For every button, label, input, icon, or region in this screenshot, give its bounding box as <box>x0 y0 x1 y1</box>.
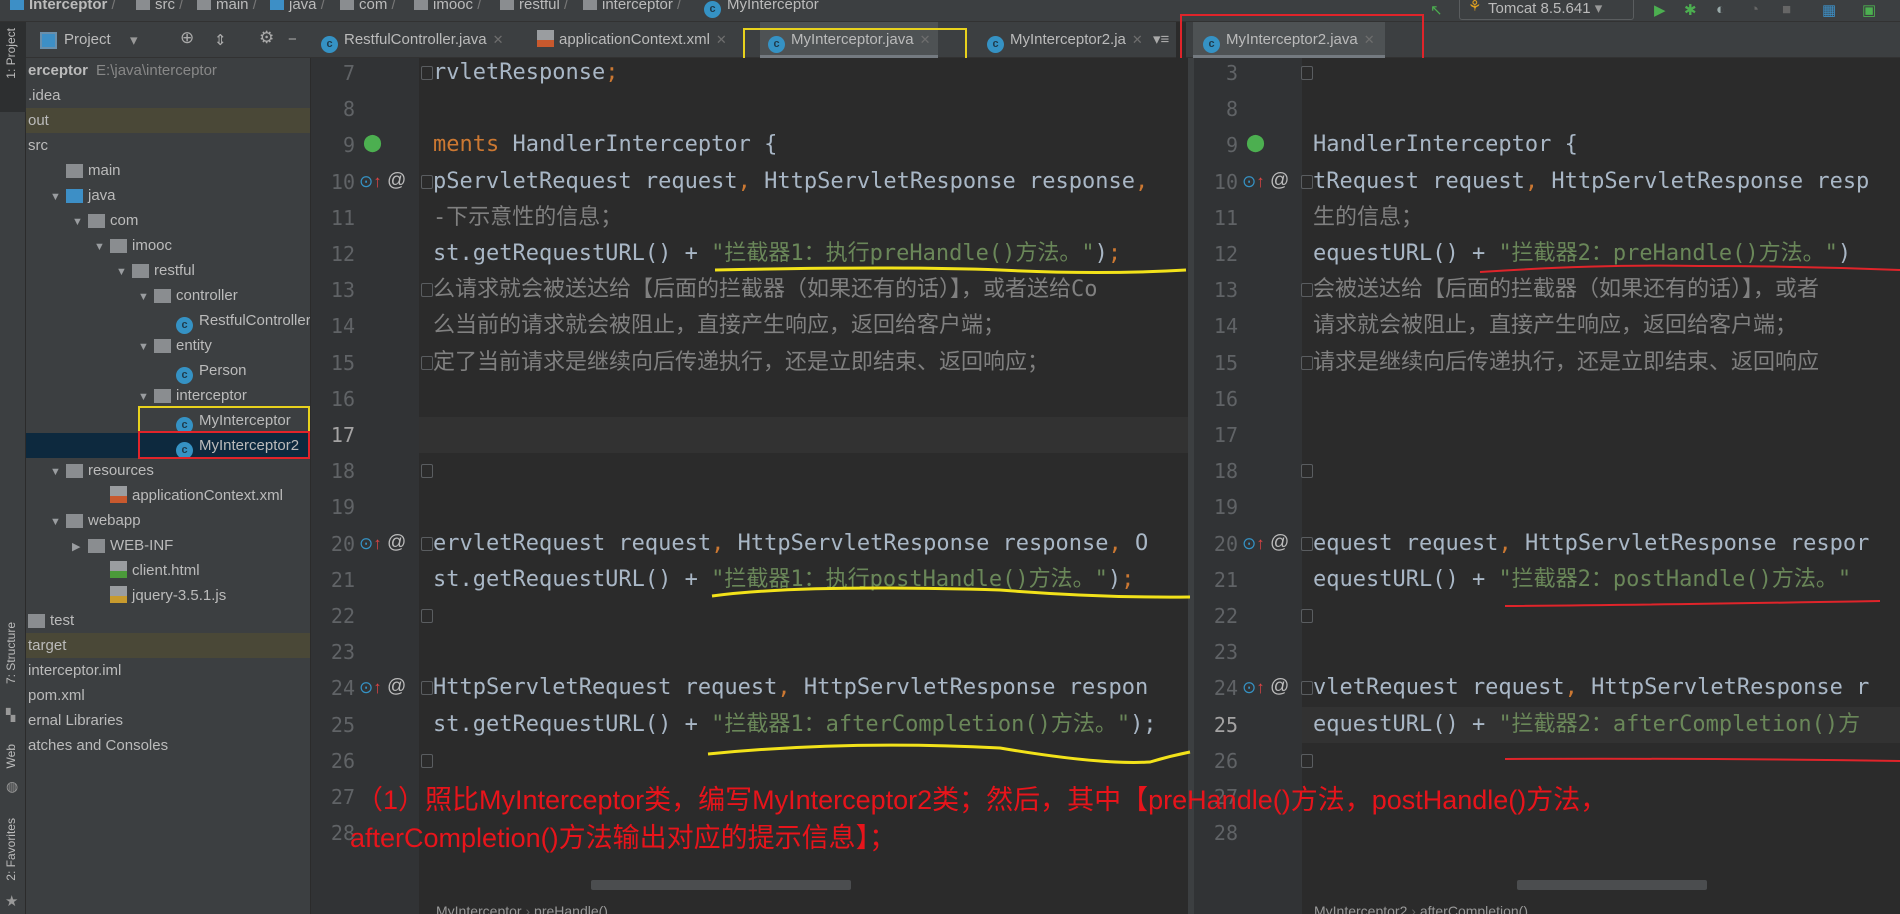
hand-drawn-underlines <box>707 264 1900 764</box>
yellow-underline-prehandle <box>714 266 1187 274</box>
red-underline-posthandle <box>1504 600 1881 607</box>
annotation-line-2: afterCompletion()方法输出对应的提示信息】； <box>350 823 897 853</box>
red-underline-prehandle <box>1479 264 1900 273</box>
yellow-underline-aftercompletion <box>707 743 1191 764</box>
red-underline-aftercompletion <box>1504 757 1900 762</box>
yellow-underline-posthandle <box>711 586 1191 599</box>
annotation-line-1: （1）照比MyInterceptor类，编写MyInterceptor2类；然后… <box>356 785 1608 815</box>
